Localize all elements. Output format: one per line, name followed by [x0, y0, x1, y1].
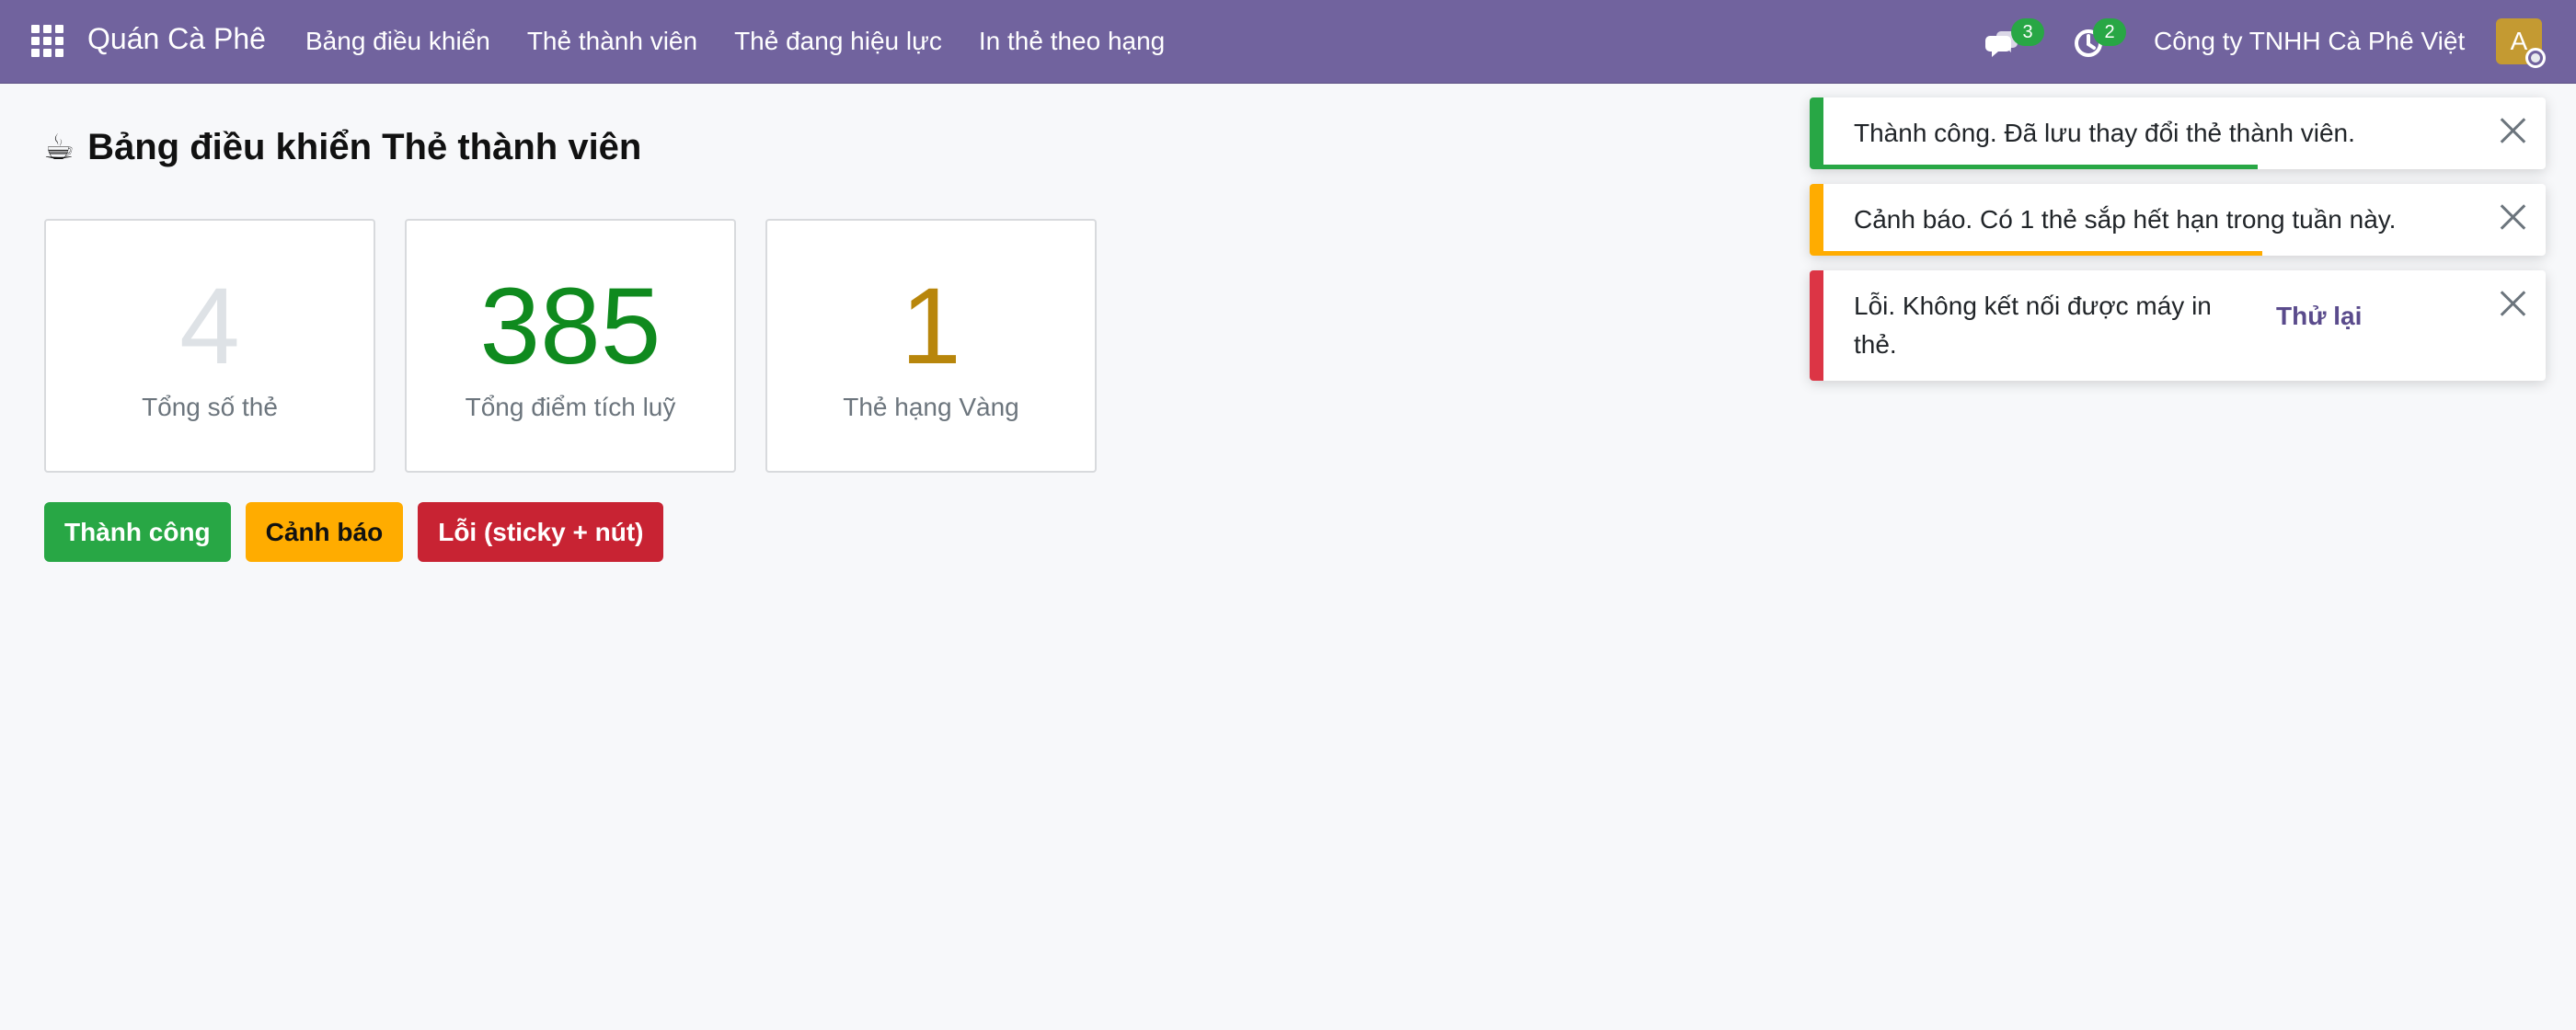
stat-card-total-points: 385 Tổng điểm tích luỹ — [405, 219, 736, 473]
error-button[interactable]: Lỗi (sticky + nút) — [418, 502, 664, 562]
top-navbar: Quán Cà Phê Bảng điều khiển Thẻ thành vi… — [0, 0, 2576, 84]
toast-color-bar — [1810, 184, 1823, 256]
messages-badge: 3 — [2011, 18, 2044, 46]
menu-item-print-cards[interactable]: In thẻ theo hạng — [979, 27, 1165, 56]
coffee-cup-icon: ☕ — [43, 129, 75, 167]
stat-value: 385 — [479, 266, 661, 387]
toast-warning: Cảnh báo. Có 1 thẻ sắp hết hạn trong tuầ… — [1810, 184, 2546, 256]
app-brand[interactable]: Quán Cà Phê — [87, 22, 266, 56]
retry-button[interactable]: Thử lại — [2276, 302, 2362, 331]
close-icon[interactable] — [2496, 200, 2529, 234]
success-button[interactable]: Thành công — [44, 502, 231, 562]
toast-message: Thành công. Đã lưu thay đổi thẻ thành vi… — [1854, 119, 2355, 147]
notification-actions: Thành công Cảnh báo Lỗi (sticky + nút) — [44, 502, 664, 562]
menu-item-active-cards[interactable]: Thẻ đang hiệu lực — [734, 27, 942, 56]
page-title: ☕ Bảng điều khiển Thẻ thành viên — [43, 127, 641, 168]
menu-item-members[interactable]: Thẻ thành viên — [527, 27, 697, 56]
stat-value: 1 — [901, 266, 961, 387]
stat-label: Thẻ hạng Vàng — [843, 393, 1019, 421]
toast-error: Lỗi. Không kết nối được máy in thẻ. Thử … — [1810, 270, 2546, 381]
company-switcher[interactable]: Công ty TNHH Cà Phê Việt — [2154, 27, 2465, 56]
stats-cards: 4 Tổng số thẻ 385 Tổng điểm tích luỹ 1 T… — [44, 219, 1097, 473]
toast-message: Lỗi. Không kết nối được máy in thẻ. — [1854, 292, 2212, 359]
toast-progress-bar — [1823, 251, 2262, 256]
stat-card-gold-tier: 1 Thẻ hạng Vàng — [765, 219, 1097, 473]
close-icon[interactable] — [2496, 287, 2529, 320]
user-status-icon — [2525, 48, 2546, 68]
menu-item-dashboard[interactable]: Bảng điều khiển — [305, 27, 490, 56]
toast-message: Cảnh báo. Có 1 thẻ sắp hết hạn trong tuầ… — [1854, 205, 2397, 234]
toast-success: Thành công. Đã lưu thay đổi thẻ thành vi… — [1810, 97, 2546, 169]
activities-badge: 2 — [2093, 18, 2126, 46]
stat-label: Tổng điểm tích luỹ — [465, 393, 676, 421]
stat-label: Tổng số thẻ — [142, 393, 278, 421]
apps-menu-icon[interactable] — [31, 25, 64, 58]
close-icon[interactable] — [2496, 114, 2529, 147]
notification-container: Thành công. Đã lưu thay đổi thẻ thành vi… — [1810, 97, 2546, 395]
page-title-text: Bảng điều khiển Thẻ thành viên — [87, 127, 642, 167]
toast-color-bar — [1810, 270, 1823, 381]
warning-button[interactable]: Cảnh báo — [245, 502, 404, 562]
stat-card-total-cards: 4 Tổng số thẻ — [44, 219, 375, 473]
main-menu: Bảng điều khiển Thẻ thành viên Thẻ đang … — [305, 27, 1202, 56]
stat-value: 4 — [179, 266, 240, 387]
toast-color-bar — [1810, 97, 1823, 169]
toast-progress-bar — [1823, 165, 2259, 169]
